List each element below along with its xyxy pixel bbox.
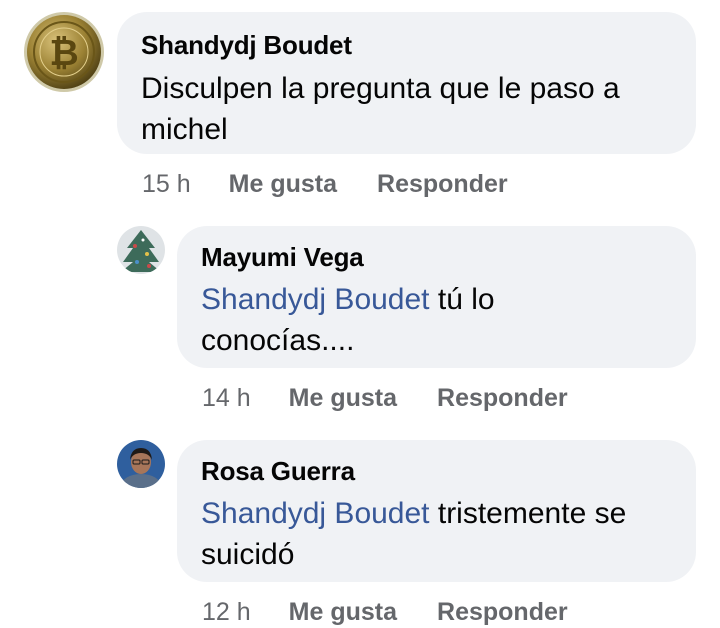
comment-author[interactable]: Mayumi Vega <box>201 242 672 272</box>
timestamp[interactable]: 15 h <box>142 170 191 199</box>
avatar[interactable]: ₿ <box>24 12 104 92</box>
comment-bubble: Rosa Guerra Shandydj Boudet tristemente … <box>177 440 696 582</box>
timestamp[interactable]: 14 h <box>202 384 251 413</box>
comment-actions: 12 h Me gusta Responder <box>202 597 568 627</box>
christmas-tree-avatar-icon <box>117 226 165 274</box>
reply-button[interactable]: Responder <box>437 598 568 627</box>
comment-author[interactable]: Rosa Guerra <box>201 456 672 486</box>
person-photo-avatar-icon <box>117 440 165 488</box>
comment-bubble: Shandydj Boudet Disculpen la pregunta qu… <box>117 12 696 154</box>
mention-link[interactable]: Shandydj Boudet <box>201 283 430 316</box>
comment-text: Shandydj Boudet tú lo conocías.... <box>201 279 561 361</box>
comment-text: Shandydj Boudet tristemente se suicidó <box>201 493 671 575</box>
bitcoin-coin-avatar-icon: ₿ <box>24 12 104 92</box>
timestamp[interactable]: 12 h <box>202 598 251 627</box>
svg-text:₿: ₿ <box>49 33 78 74</box>
like-button[interactable]: Me gusta <box>289 384 397 413</box>
reply-button[interactable]: Responder <box>377 170 508 199</box>
comment-body: Disculpen la pregunta que le paso a mich… <box>141 72 620 146</box>
reply-button[interactable]: Responder <box>437 384 568 413</box>
like-button[interactable]: Me gusta <box>289 598 397 627</box>
comment-text: Disculpen la pregunta que le paso a mich… <box>141 68 661 150</box>
comment-actions: 14 h Me gusta Responder <box>202 383 568 413</box>
mention-link[interactable]: Shandydj Boudet <box>201 497 430 530</box>
comment-bubble: Mayumi Vega Shandydj Boudet tú lo conocí… <box>177 226 696 368</box>
avatar[interactable] <box>117 226 165 274</box>
comment-author[interactable]: Shandydj Boudet <box>141 30 672 60</box>
like-button[interactable]: Me gusta <box>229 170 337 199</box>
comment-actions: 15 h Me gusta Responder <box>142 169 508 199</box>
avatar[interactable] <box>117 440 165 488</box>
